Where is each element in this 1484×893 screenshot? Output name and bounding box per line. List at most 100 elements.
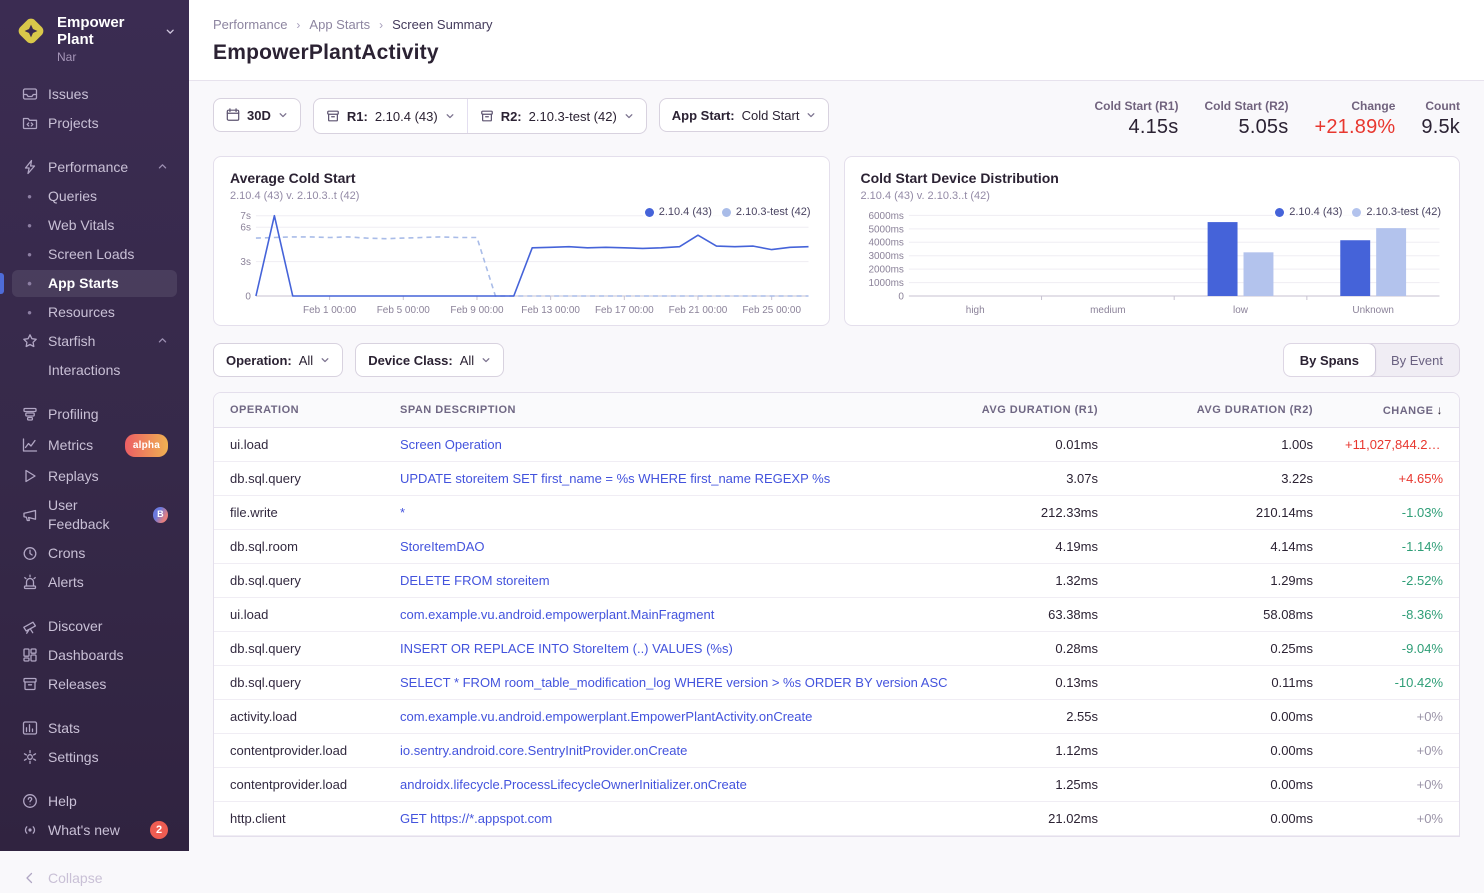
table-row: db.sql.querySELECT * FROM room_table_mod… xyxy=(214,666,1459,700)
sidebar-item-help[interactable]: Help xyxy=(12,788,177,815)
avg-duration-r1-cell: 4.19ms xyxy=(964,530,1114,563)
sidebar-item-metrics[interactable]: Metricsalpha xyxy=(12,430,177,461)
breadcrumb-item-screen-summary: Screen Summary xyxy=(392,17,492,32)
sidebar-item-interactions[interactable]: Interactions xyxy=(12,357,177,384)
breadcrumb-item-performance[interactable]: Performance xyxy=(213,17,287,32)
column-header-operation[interactable]: OPERATION xyxy=(214,394,384,426)
bar-chart: 6000ms5000ms4000ms3000ms2000ms1000ms0hig… xyxy=(861,204,1444,318)
sidebar-item-starfish[interactable]: Starfish xyxy=(12,328,177,355)
calendar-icon xyxy=(226,108,240,122)
svg-text:Feb 17 00:00: Feb 17 00:00 xyxy=(595,305,654,316)
change-cell: -9.04% xyxy=(1329,632,1459,665)
span-description-link[interactable]: GET https://*.appspot.com xyxy=(384,802,964,835)
svg-text:5000ms: 5000ms xyxy=(868,224,903,235)
span-description-link[interactable]: Screen Operation xyxy=(384,428,964,461)
legend-dot-icon xyxy=(722,208,731,217)
app-start-filter[interactable]: App Start: Cold Start xyxy=(659,98,830,132)
sidebar-section: ProfilingMetricsalphaReplaysUser Feedbac… xyxy=(12,400,177,597)
sidebar-item-projects[interactable]: Projects xyxy=(12,110,177,137)
sidebar-item-issues[interactable]: Issues xyxy=(12,81,177,108)
device-class-filter[interactable]: Device Class: All xyxy=(355,343,504,377)
sidebar-section: StatsSettings xyxy=(12,714,177,772)
span-description-link[interactable]: io.sentry.android.core.SentryInitProvide… xyxy=(384,734,964,767)
span-description-link[interactable]: UPDATE storeitem SET first_name = %s WHE… xyxy=(384,462,964,495)
svg-text:1000ms: 1000ms xyxy=(868,278,903,289)
release-r2-filter[interactable]: R2: 2.10.3-test (42) xyxy=(468,99,646,133)
date-range-filter[interactable]: 30D xyxy=(213,98,301,132)
release-filter-group: R1: 2.10.4 (43) R2: 2.10.3-test (42) xyxy=(313,98,647,134)
sidebar-item-discover[interactable]: Discover xyxy=(12,613,177,640)
avg-duration-r2-cell: 3.22s xyxy=(1114,462,1329,495)
table-row: activity.loadcom.example.vu.android.empo… xyxy=(214,700,1459,734)
sidebar-item-label: Interactions xyxy=(48,361,120,380)
legend-item[interactable]: 2.10.4 (43) xyxy=(1275,206,1342,218)
sidebar-item-screen-loads[interactable]: •Screen Loads xyxy=(12,241,177,268)
sidebar-item-settings[interactable]: Settings xyxy=(12,744,177,771)
svg-text:Feb 13 00:00: Feb 13 00:00 xyxy=(521,305,580,316)
span-description-link[interactable]: com.example.vu.android.empowerplant.Main… xyxy=(384,598,964,631)
legend-item[interactable]: 2.10.3-test (42) xyxy=(722,206,811,218)
sidebar-item-what-s-new[interactable]: What's new2 xyxy=(12,817,177,844)
legend-dot-icon xyxy=(1275,208,1284,217)
legend-item[interactable]: 2.10.4 (43) xyxy=(645,206,712,218)
sidebar-item-collapse[interactable]: Collapse xyxy=(12,865,177,892)
dashboards-icon xyxy=(21,647,38,664)
line-chart: 7s6s3s0Feb 1 00:00Feb 5 00:00Feb 9 00:00… xyxy=(230,204,813,318)
sidebar-item-web-vitals[interactable]: •Web Vitals xyxy=(12,212,177,239)
sidebar-item-dashboards[interactable]: Dashboards xyxy=(12,642,177,669)
legend-item[interactable]: 2.10.3-test (42) xyxy=(1352,206,1441,218)
sidebar-item-user-feedback[interactable]: User FeedbackB xyxy=(12,492,177,538)
sidebar-item-queries[interactable]: •Queries xyxy=(12,183,177,210)
sidebar-section: Discover DashboardsReleases xyxy=(12,612,177,699)
breadcrumb-item-app-starts[interactable]: App Starts xyxy=(309,17,370,32)
profiling-icon xyxy=(21,406,38,423)
operation-cell: db.sql.query xyxy=(214,666,384,699)
org-subtitle: Nar xyxy=(57,50,175,64)
sidebar-item-app-starts[interactable]: •App Starts xyxy=(12,270,177,297)
toggle-option-by-spans[interactable]: By Spans xyxy=(1283,343,1376,377)
chevron-down-icon xyxy=(165,26,175,37)
sidebar-item-performance[interactable]: Performance xyxy=(12,154,177,181)
avg-duration-r1-cell: 21.02ms xyxy=(964,802,1114,835)
column-header-avg-duration-r2-[interactable]: AVG DURATION (R2) xyxy=(1114,394,1329,426)
span-description-link[interactable]: androidx.lifecycle.ProcessLifecycleOwner… xyxy=(384,768,964,801)
change-cell: +0% xyxy=(1329,734,1459,767)
count-badge: 2 xyxy=(150,821,168,839)
release-icon xyxy=(480,109,494,123)
table-row: file.write*212.33ms210.14ms-1.03% xyxy=(214,496,1459,530)
table-row: db.sql.queryINSERT OR REPLACE INTO Store… xyxy=(214,632,1459,666)
span-description-link[interactable]: DELETE FROM storeitem xyxy=(384,564,964,597)
span-description-link[interactable]: INSERT OR REPLACE INTO StoreItem (..) VA… xyxy=(384,632,964,665)
sidebar-item-alerts[interactable]: Alerts xyxy=(12,569,177,596)
releases-icon xyxy=(21,676,38,693)
release-r1-filter[interactable]: R1: 2.10.4 (43) xyxy=(314,99,468,133)
sidebar-item-releases[interactable]: Releases xyxy=(12,671,177,698)
table-row: contentprovider.loadandroidx.lifecycle.P… xyxy=(214,768,1459,802)
sidebar-item-profiling[interactable]: Profiling xyxy=(12,401,177,428)
discover-icon xyxy=(21,618,38,635)
performance-icon xyxy=(21,159,38,176)
device-class-value: All xyxy=(460,353,474,368)
span-description-link[interactable]: SELECT * FROM room_table_modification_lo… xyxy=(384,666,964,699)
sidebar-item-crons[interactable]: Crons xyxy=(12,540,177,567)
sidebar-item-label: Help xyxy=(48,792,77,811)
column-header-change[interactable]: CHANGE↓ xyxy=(1329,393,1459,427)
sidebar-item-label: Discover xyxy=(48,617,102,636)
span-description-link[interactable]: * xyxy=(384,496,964,529)
breadcrumb-separator-icon: › xyxy=(296,18,300,32)
span-description-link[interactable]: com.example.vu.android.empowerplant.Empo… xyxy=(384,700,964,733)
operation-filter[interactable]: Operation: All xyxy=(213,343,343,377)
avg-duration-r2-cell: 58.08ms xyxy=(1114,598,1329,631)
column-header-span-description[interactable]: SPAN DESCRIPTION xyxy=(384,394,964,426)
bullet-icon: • xyxy=(21,274,38,293)
org-switcher[interactable]: Empower Plant Nar xyxy=(12,12,177,64)
legend-dot-icon xyxy=(645,208,654,217)
toggle-option-by-event[interactable]: By Event xyxy=(1375,344,1459,376)
operation-cell: http.client xyxy=(214,802,384,835)
sidebar-item-resources[interactable]: •Resources xyxy=(12,299,177,326)
sidebar-item-stats[interactable]: Stats xyxy=(12,715,177,742)
span-description-link[interactable]: StoreItemDAO xyxy=(384,530,964,563)
column-header-avg-duration-r1-[interactable]: AVG DURATION (R1) xyxy=(964,394,1114,426)
sidebar-item-label: Resources xyxy=(48,303,115,322)
sidebar-item-replays[interactable]: Replays xyxy=(12,463,177,490)
